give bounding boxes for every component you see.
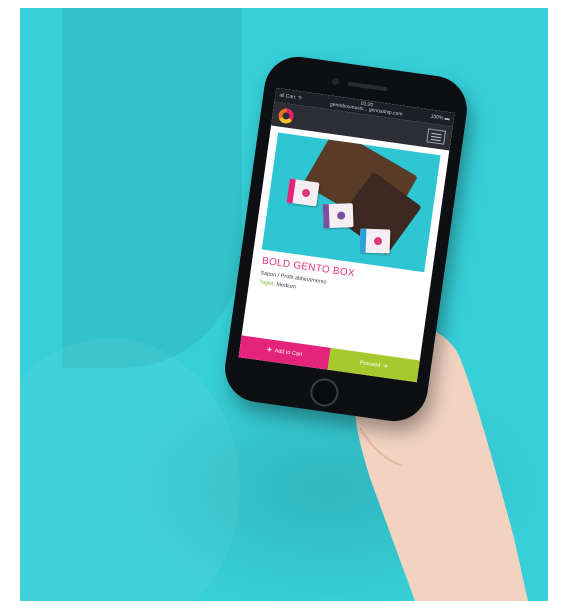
- photo-backdrop: all Carr. ᯤ 01:20 gentoboxmusic... genoa…: [20, 8, 548, 601]
- battery-indicator: 100% ▬: [430, 113, 451, 123]
- size-label: Taglia:: [258, 279, 276, 288]
- hamburger-menu-icon[interactable]: [426, 128, 447, 145]
- product-pack: [286, 178, 320, 207]
- action-bar: ✚ Add to Cart Proceed ➜: [238, 335, 420, 383]
- g-logo-icon[interactable]: [277, 106, 295, 124]
- add-to-cart-label: Add to Cart: [274, 348, 303, 358]
- proceed-label: Proceed: [359, 360, 381, 369]
- plus-icon: ✚: [266, 347, 273, 354]
- carrier-signal: all Carr. ᯤ: [278, 92, 303, 102]
- proceed-button[interactable]: Proceed ➜: [327, 347, 420, 383]
- phone-screen: all Carr. ᯤ 01:20 gentoboxmusic... genoa…: [238, 87, 455, 383]
- arrow-right-icon: ➜: [382, 363, 389, 371]
- product-pack: [322, 203, 354, 229]
- product-pack: [359, 228, 391, 254]
- earpiece-speaker: [347, 81, 388, 92]
- size-value: Medium: [275, 281, 297, 291]
- front-camera-icon: [331, 77, 340, 86]
- home-button[interactable]: [308, 376, 341, 409]
- add-to-cart-button[interactable]: ✚ Add to Cart: [238, 335, 331, 370]
- product-image: [261, 132, 441, 273]
